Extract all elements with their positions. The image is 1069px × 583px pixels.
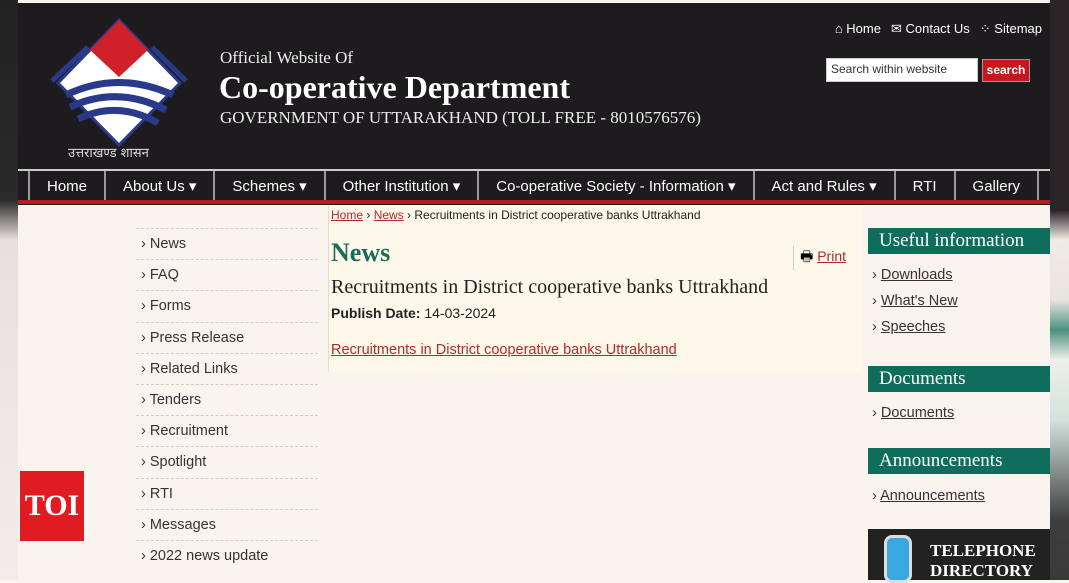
breadcrumb-separator: › [363, 208, 374, 222]
publish-date-value: 14-03-2024 [424, 305, 496, 321]
site-subtitle: Official Website Of [220, 48, 354, 67]
nav-other-institution[interactable]: Other Institution ▾ [326, 171, 480, 200]
link-documents[interactable]: › Documents [868, 405, 1050, 421]
link-label[interactable]: Downloads [881, 267, 953, 283]
article-title: Recruitments in District cooperative ban… [331, 276, 769, 298]
announcements-heading: Announcements [868, 448, 1050, 474]
logo-caption: उत्तराखण्ड शासन [68, 146, 149, 161]
sidebar-item-rti[interactable]: › RTI [136, 477, 318, 509]
link-speeches[interactable]: › Speeches [868, 319, 1050, 335]
background-edge-left [0, 0, 18, 580]
site-government: GOVERNMENT OF UTTARAKHAND (TOLL FREE - 8… [220, 108, 701, 127]
toi-watermark-logo: TOI [20, 471, 84, 541]
breadcrumb: Home › News › Recruitments in District c… [331, 208, 701, 222]
print-button[interactable]: 🖶 Print [793, 246, 846, 270]
breadcrumb-home[interactable]: Home [331, 208, 363, 222]
left-sidebar: › News › FAQ › Forms › Press Release › R… [136, 228, 318, 571]
publish-date: Publish Date: 14-03-2024 [331, 305, 496, 321]
announcements-block: Announcements › Announcements [868, 448, 1050, 504]
nav-schemes[interactable]: Schemes ▾ [215, 171, 326, 200]
site-title: Co-operative Department [219, 69, 570, 105]
top-link-contact[interactable]: ✉ Contact Us [891, 21, 970, 37]
nav-about-us[interactable]: About Us ▾ [106, 171, 216, 200]
sidebar-item-forms[interactable]: › Forms [136, 290, 318, 321]
sidebar-item-faq[interactable]: › FAQ [136, 259, 318, 290]
sidebar-item-related-links[interactable]: › Related Links [136, 352, 318, 384]
telephone-directory-label: TELEPHONE DIRECTORY [930, 541, 1036, 580]
link-whats-new[interactable]: › What's New [868, 293, 1050, 309]
link-downloads[interactable]: › Downloads [868, 267, 1050, 283]
link-label[interactable]: Announcements [880, 488, 985, 504]
documents-heading: Documents [868, 366, 1050, 392]
print-label[interactable]: Print [817, 248, 846, 264]
sidebar-item-news[interactable]: › News [136, 228, 318, 259]
breadcrumb-separator: › [403, 208, 415, 222]
useful-information-heading: Useful information [868, 228, 1050, 254]
nav-gallery[interactable]: Gallery [956, 171, 1040, 200]
main-nav: Home About Us ▾ Schemes ▾ Other Institut… [18, 169, 1050, 204]
page-heading: News [331, 238, 391, 267]
phone-icon [884, 535, 912, 583]
link-label[interactable]: What's New [881, 293, 958, 309]
breadcrumb-current: Recruitments in District cooperative ban… [414, 208, 701, 222]
documents-block: Documents › Documents [868, 366, 1050, 421]
nav-act-rules[interactable]: Act and Rules ▾ [755, 171, 896, 200]
nav-home[interactable]: Home [28, 171, 107, 200]
sidebar-item-messages[interactable]: › Messages [136, 508, 318, 540]
nav-cooperative-society[interactable]: Co-operative Society - Information ▾ [479, 171, 755, 200]
top-links: ⌂ Home ✉ Contact Us ⁘ Sitemap [835, 21, 1042, 37]
sidebar-item-2022-news[interactable]: › 2022 news update [136, 539, 318, 571]
top-link-sitemap[interactable]: ⁘ Sitemap [980, 21, 1042, 37]
sidebar-item-tenders[interactable]: › Tenders [136, 383, 318, 415]
sidebar-item-recruitment[interactable]: › Recruitment [136, 415, 318, 446]
search-input[interactable]: Search within website [826, 58, 978, 82]
content-panel: Home › News › Recruitments in District c… [328, 206, 862, 372]
link-label[interactable]: Documents [881, 405, 954, 421]
breadcrumb-news[interactable]: News [374, 208, 404, 222]
search-button[interactable]: search [982, 59, 1030, 82]
useful-information-block: Useful information › Downloads › What's … [868, 228, 1050, 335]
nav-rti[interactable]: RTI [896, 171, 956, 200]
print-icon: 🖶 [800, 248, 818, 264]
publish-date-label: Publish Date: [331, 305, 421, 321]
sidebar-item-spotlight[interactable]: › Spotlight [136, 446, 318, 477]
telephone-directory-banner[interactable]: TELEPHONE DIRECTORY [868, 529, 1050, 583]
link-announcements[interactable]: › Announcements [868, 488, 1050, 504]
background-edge-right [1050, 0, 1069, 580]
sidebar-item-press-release[interactable]: › Press Release [136, 321, 318, 353]
article-link[interactable]: Recruitments in District cooperative ban… [331, 342, 677, 358]
top-link-home[interactable]: ⌂ Home [835, 21, 881, 37]
link-label[interactable]: Speeches [881, 319, 946, 335]
